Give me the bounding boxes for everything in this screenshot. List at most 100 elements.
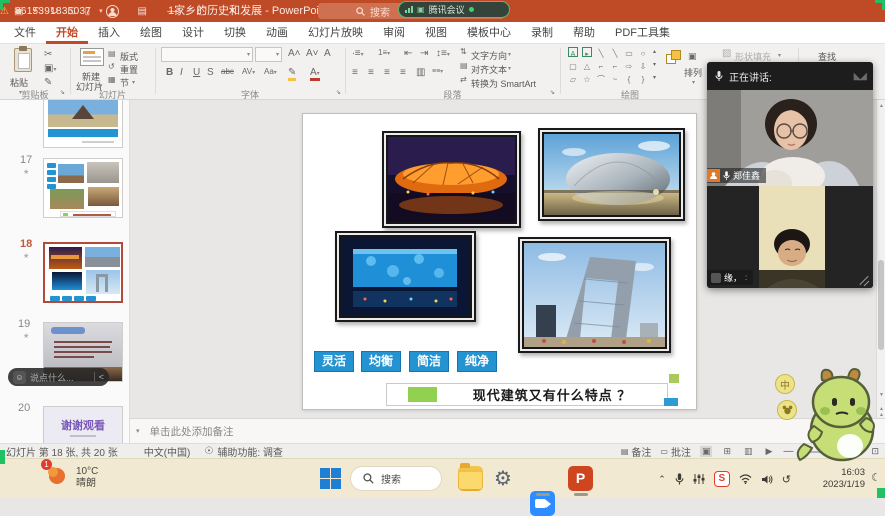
meeting-chat-bar[interactable]: ☺ 说点什么... <	[8, 368, 109, 386]
ribbon-display-options-icon[interactable]: ▤	[127, 0, 157, 22]
meeting-floating-pill[interactable]: ▣ 腾讯会议	[398, 1, 510, 18]
font-dialog-launcher-icon[interactable]: ⇘	[336, 90, 341, 96]
smartart-icon[interactable]: ⇄	[460, 76, 467, 84]
thumbnail-number-20[interactable]: 20	[18, 402, 30, 414]
tab-help[interactable]: 帮助	[563, 22, 605, 44]
shape-brace-left-icon[interactable]: {	[622, 73, 636, 86]
shape-parallelogram-icon[interactable]: ▱	[566, 73, 580, 86]
shape-fill-icon[interactable]: ▨	[722, 49, 731, 59]
taskbar-clock[interactable]: 16:03 2023/1/19	[823, 467, 865, 491]
label-flexible[interactable]: 灵活	[314, 351, 354, 372]
slide-canvas[interactable]: 灵活 均衡 简洁 纯净 现代建筑又有什么特点 ？	[302, 113, 697, 410]
text-shadow-button[interactable]: S	[207, 68, 214, 78]
notes-placeholder[interactable]: 单击此处添加备注	[150, 424, 234, 439]
thumbnail-number-17[interactable]: 17	[20, 154, 32, 166]
action-button-icon[interactable]: ▸	[580, 47, 594, 60]
shape-arc-icon[interactable]: ⌒	[594, 73, 608, 86]
underline-button[interactable]: U	[193, 68, 200, 78]
tab-slideshow[interactable]: 幻灯片放映	[298, 22, 373, 44]
tray-volume-mixer-icon[interactable]	[693, 473, 705, 485]
align-center-icon[interactable]: ≡	[368, 68, 374, 78]
bullets-icon[interactable]: ∙≡▾	[352, 49, 364, 59]
tab-record[interactable]: 录制	[521, 22, 563, 44]
weather-widget[interactable]: 1 10°C晴朗	[44, 462, 98, 493]
qat-dropdown-icon[interactable]: ▾	[99, 7, 103, 15]
shape-triangle-icon[interactable]: △	[580, 60, 594, 73]
scroll-up-icon[interactable]: ▲	[877, 103, 885, 109]
video-tile-participant-1[interactable]: 郑佳鑫	[707, 90, 873, 186]
justify-icon[interactable]: ≡	[400, 68, 406, 78]
align-right-icon[interactable]: ≡	[384, 68, 390, 78]
line-spacing-icon[interactable]: ↕≡▾	[436, 49, 450, 59]
new-slide-button[interactable]	[80, 48, 104, 66]
view-normal-icon[interactable]: ▣	[700, 446, 713, 457]
font-name-combo[interactable]: ▾	[161, 47, 253, 62]
image-national-theatre-egg[interactable]	[538, 128, 685, 221]
reset-label[interactable]: 重置	[120, 63, 138, 76]
bold-button[interactable]: B	[166, 68, 173, 78]
paragraph-more-icon[interactable]: ≡≡▾	[432, 68, 443, 75]
animation-star-icon[interactable]: ★	[23, 168, 29, 176]
redo-icon[interactable]: ↻	[50, 6, 58, 17]
tab-file[interactable]: 文件	[4, 22, 46, 44]
numbering-icon[interactable]: 1≡▾	[378, 49, 390, 57]
shapes-scroll-up-icon[interactable]: ▴	[653, 49, 656, 55]
thumbnail-slide-16[interactable]	[43, 100, 123, 148]
tab-template-center[interactable]: 模板中心	[457, 22, 521, 44]
tray-s-app-icon[interactable]: S	[714, 471, 730, 487]
increase-indent-icon[interactable]: ⇥	[420, 49, 428, 59]
view-reading-icon[interactable]: ▥	[742, 446, 755, 457]
text-direction-icon[interactable]: ⇅	[460, 48, 467, 56]
section-icon[interactable]: ▦	[108, 76, 116, 84]
character-spacing-button[interactable]: AV▾	[242, 68, 255, 76]
shapes-more-icon[interactable]: ▾	[653, 75, 656, 81]
tab-design[interactable]: 设计	[172, 22, 214, 44]
thumbnail-slide-18[interactable]	[43, 242, 123, 303]
shape-oval-icon[interactable]: ○	[636, 47, 650, 60]
change-case-button[interactable]: Aa▾	[264, 68, 277, 76]
start-slideshow-icon[interactable]: ⊡	[67, 6, 75, 17]
cut-icon[interactable]: ✂	[44, 50, 52, 60]
shape-down-arrow-icon[interactable]: ⇩	[636, 60, 650, 73]
shape-rounded-rect-icon[interactable]: ▢	[566, 60, 580, 73]
language-indicator[interactable]: 中文(中国)	[144, 444, 191, 459]
label-balanced[interactable]: 均衡	[361, 351, 401, 372]
shape-rectangle-icon[interactable]: ▭	[622, 47, 636, 60]
question-banner[interactable]: 现代建筑又有什么特点 ？	[386, 383, 668, 406]
tab-draw[interactable]: 绘图	[130, 22, 172, 44]
tab-review[interactable]: 审阅	[373, 22, 415, 44]
powerpoint-app-icon[interactable]: P	[568, 466, 593, 491]
tab-home[interactable]: 开始	[46, 22, 88, 44]
decrease-indent-icon[interactable]: ⇤	[404, 49, 412, 59]
shape-line-icon[interactable]: ╲	[594, 47, 608, 60]
tab-pdf-tools[interactable]: PDF工具集	[605, 22, 680, 44]
chat-collapse-icon[interactable]: <	[99, 372, 104, 382]
emoji-icon[interactable]: ☺	[13, 371, 26, 384]
shape-elbow-icon[interactable]: ⌐	[594, 60, 608, 73]
shapes-scroll-down-icon[interactable]: ▾	[653, 62, 656, 68]
grow-font-button[interactable]: A˄	[288, 49, 301, 59]
label-concise[interactable]: 简洁	[409, 351, 449, 372]
scrollbar-thumb[interactable]	[878, 260, 884, 350]
shape-brace-right-icon[interactable]: }	[636, 73, 650, 86]
format-painter-icon[interactable]: ✎	[44, 78, 52, 88]
night-mode-icon[interactable]: ☾	[871, 471, 881, 484]
arrange-icon[interactable]: ▣	[688, 52, 697, 61]
shrink-font-button[interactable]: A˅	[306, 49, 319, 59]
comments-toggle-button[interactable]: ▭批注	[660, 444, 691, 459]
thumbnail-number-19[interactable]: 19	[18, 318, 30, 330]
columns-icon[interactable]: ▥	[416, 68, 425, 78]
shapes-gallery[interactable]: A ▸ ╲ ╲ ▭ ○ ▢ △ ⌐ ⌐ ⇨ ⇩ ▱ ☆ ⌒ ~ { }	[566, 47, 650, 86]
font-color-button[interactable]: A▾	[310, 68, 320, 81]
view-slide-sorter-icon[interactable]: ⊞	[721, 446, 733, 457]
animation-star-icon[interactable]: ★	[23, 252, 29, 260]
undo-icon[interactable]: ↶	[32, 6, 40, 17]
save-icon[interactable]: ▣	[14, 6, 23, 17]
align-left-icon[interactable]: ≡	[352, 68, 358, 78]
section-dropdown-icon[interactable]: ▾	[132, 77, 135, 87]
align-text-icon[interactable]: ▤	[460, 62, 468, 70]
image-cctv-tower[interactable]	[518, 237, 671, 353]
shape-arrow-icon[interactable]: ╲	[608, 47, 622, 60]
chat-input-placeholder[interactable]: 说点什么...	[30, 371, 74, 384]
clipboard-dialog-launcher-icon[interactable]: ⇘	[60, 90, 65, 96]
